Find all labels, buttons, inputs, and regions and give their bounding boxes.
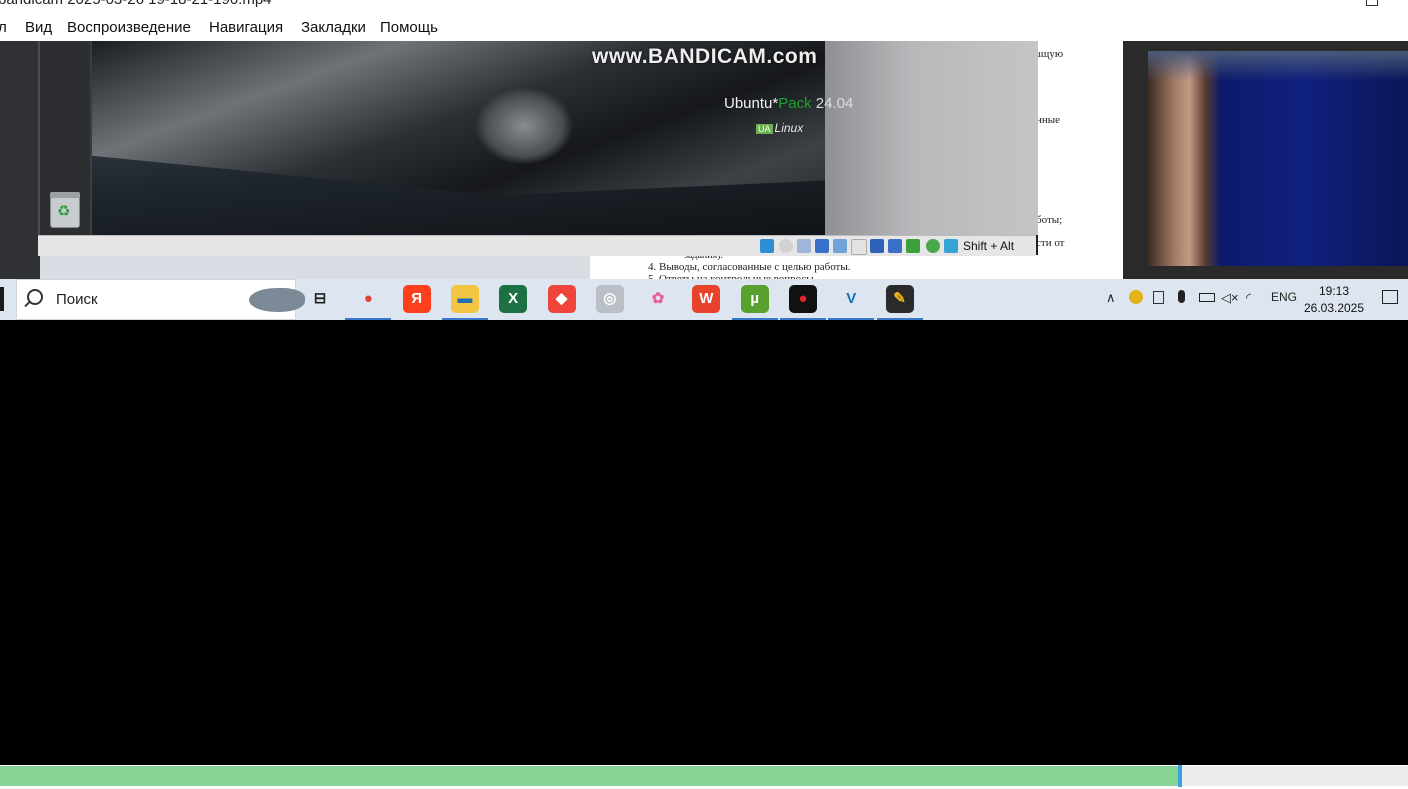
taskbar-task-view-icon[interactable]: ⊟ (306, 285, 334, 313)
taskbar-virtualbox-icon[interactable]: V (828, 285, 875, 320)
taskbar-photos-icon[interactable]: ✿ (644, 285, 673, 313)
window-titlebar: bandicam 2025-03-26 19-18-21-190.mp4 (0, 0, 1408, 12)
running-indicator (345, 318, 392, 320)
tray-device-icon[interactable] (1153, 291, 1164, 304)
tray-app-icon[interactable] (1129, 290, 1143, 304)
taskbar-chrome-icon[interactable]: ● (345, 285, 392, 320)
recording-icon[interactable] (888, 239, 902, 253)
doc-text-fragment: нные (1036, 114, 1061, 126)
host-key-label: Shift + Alt (963, 239, 1015, 253)
running-indicator (828, 318, 875, 320)
audio-icon[interactable] (779, 239, 793, 253)
vm-dock: ♻ (40, 41, 90, 235)
display-icon[interactable] (851, 239, 867, 255)
webcam-overlay (1148, 51, 1408, 266)
doc-text-fragment: боты; (1036, 214, 1063, 226)
taskbar-app-x64-icon[interactable]: ✎ (876, 285, 923, 320)
taskbar-app-gray-icon[interactable]: ◎ (595, 285, 624, 313)
video-frame[interactable]: 5 ащую нные боты; сти от задания). 4. Вы… (0, 41, 1408, 320)
trash-icon[interactable]: ♻ (50, 192, 80, 228)
start-button-edge[interactable] (0, 287, 4, 311)
host-key-icon[interactable] (944, 239, 958, 253)
wifi-icon[interactable]: ◜ (1246, 290, 1251, 306)
taskbar: Поиск ⊟ ● Я ▬ X ◆ ◎ ✿ Wµ ● V ✎ ∧ ◁× ◜ ENG 19:13 26.… (0, 279, 1408, 320)
clock-time: 19:13 (1318, 284, 1350, 298)
taskbar-search-box[interactable]: Поиск (16, 279, 305, 320)
video-capture-icon[interactable] (870, 239, 884, 253)
taskbar-wps-office-icon[interactable]: W (692, 285, 721, 313)
menu-bookmarks[interactable]: Закладки (301, 19, 366, 36)
doc-text-fragment: сти от (1036, 237, 1065, 249)
taskbar-utorrent-icon[interactable]: µ (731, 285, 778, 320)
taskbar-clock[interactable]: 19:13 26.03.2025 (1300, 283, 1368, 317)
usb-icon[interactable] (815, 239, 829, 253)
notification-center-icon[interactable] (1382, 290, 1398, 304)
desktop-wallpaper (92, 41, 825, 235)
running-indicator (731, 318, 778, 320)
bandicam-watermark: www.BANDICAM.com (592, 45, 818, 68)
shared-folder-icon[interactable] (833, 239, 847, 253)
maximize-icon[interactable] (1366, 0, 1378, 6)
wallpaper-fog (825, 41, 1038, 235)
network-icon[interactable] (797, 239, 811, 253)
language-indicator[interactable]: ENG (1271, 290, 1297, 304)
taskbar-anydesk-icon[interactable]: ◆ (547, 285, 576, 313)
seek-bar-thumb[interactable] (1177, 765, 1182, 787)
processor-icon[interactable] (906, 239, 920, 253)
taskbar-bandicam-icon[interactable]: ● (780, 285, 826, 320)
menu-navigation[interactable]: Навигация (209, 19, 283, 36)
volume-muted-icon[interactable]: ◁× (1221, 290, 1239, 306)
search-highlight-manatee-icon (249, 288, 305, 312)
vm-status-bar: Shift + Alt (38, 235, 1036, 256)
doc-text-fragment: ащую (1036, 48, 1064, 60)
doc-list-item: 4. Выводы, согласованные с целью работы. (648, 261, 851, 273)
ubuntu-pack-logo: Ubuntu*Pack 24.04 (724, 95, 854, 112)
virtual-machine-window[interactable]: ♻ www.BANDICAM.com Ubuntu*Pack 24.04 UA L… (38, 41, 1038, 255)
tray-chevron-up-icon[interactable]: ∧ (1106, 290, 1116, 306)
menu-bar: л Вид Воспроизведение Навигация Закладки… (0, 12, 1408, 42)
menu-playback[interactable]: Воспроизведение (67, 19, 191, 36)
taskbar-yandex-icon[interactable]: Я (402, 285, 431, 313)
editor-sidebar (0, 41, 40, 279)
running-indicator (780, 318, 826, 320)
ualinux-logo: UA Linux (756, 121, 804, 135)
microphone-icon[interactable] (1178, 290, 1185, 303)
mouse-integration-icon[interactable] (926, 239, 940, 253)
optical-drive-icon[interactable] (760, 239, 774, 253)
clock-date: 26.03.2025 (1303, 301, 1365, 315)
menu-help[interactable]: Помощь (380, 19, 438, 36)
menu-view[interactable]: Вид (25, 19, 52, 36)
taskbar-file-explorer-icon[interactable]: ▬ (441, 285, 488, 320)
taskbar-search-label: Поиск (56, 291, 98, 308)
running-indicator (441, 318, 488, 320)
running-indicator (876, 318, 923, 320)
window-title: bandicam 2025-03-26 19-18-21-190.mp4 (0, 0, 272, 8)
search-icon (27, 289, 43, 305)
battery-icon[interactable] (1199, 293, 1215, 302)
seek-bar-progress (0, 766, 1180, 786)
taskbar-excel-icon[interactable]: X (499, 285, 528, 313)
menu-file[interactable]: л (0, 19, 7, 36)
